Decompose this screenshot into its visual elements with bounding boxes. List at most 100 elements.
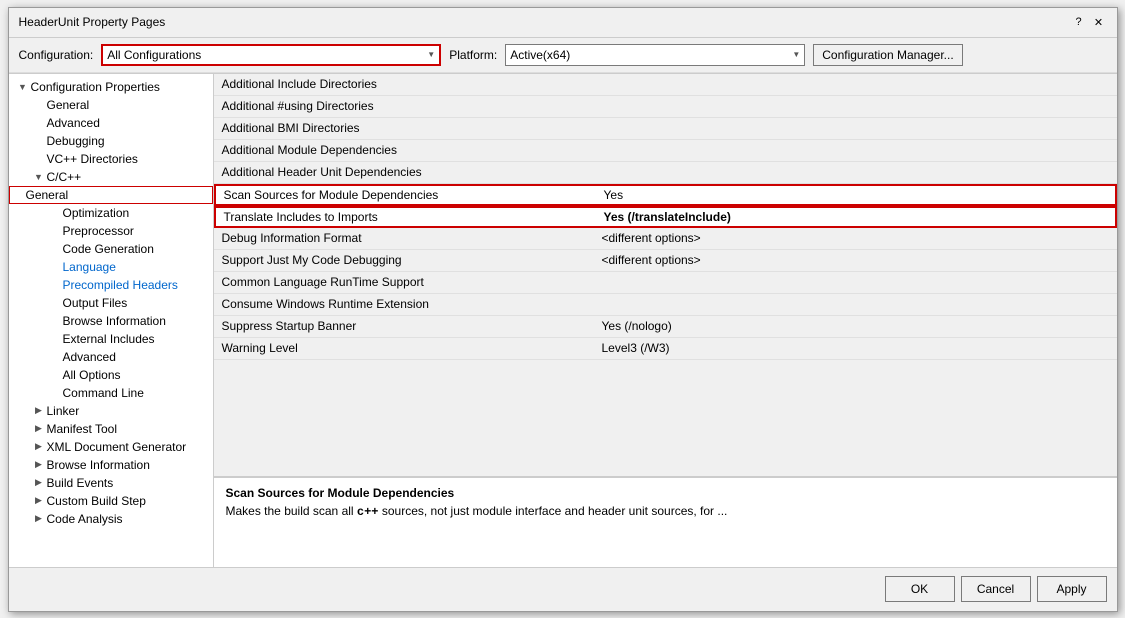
ok-button[interactable]: OK [885, 576, 955, 602]
tree-item-label: Debugging [47, 134, 105, 148]
prop-row-add-bmi-dirs[interactable]: Additional BMI Directories [214, 118, 1117, 140]
tree-item-label: XML Document Generator [47, 440, 187, 454]
platform-value: Active(x64) [510, 48, 788, 62]
tree-item-label: Manifest Tool [47, 422, 117, 436]
tree-item-custom-build[interactable]: ▶Custom Build Step [9, 492, 213, 510]
apply-button[interactable]: Apply [1037, 576, 1107, 602]
prop-name: Additional Module Dependencies [222, 143, 602, 157]
prop-value: Yes [604, 188, 1107, 202]
tree-panel: ▼Configuration PropertiesGeneralAdvanced… [9, 74, 214, 567]
tree-item-output-files[interactable]: Output Files [9, 294, 213, 312]
prop-row-add-header-unit-deps[interactable]: Additional Header Unit Dependencies [214, 162, 1117, 184]
prop-name: Suppress Startup Banner [222, 319, 602, 333]
tree-item-debugging[interactable]: Debugging [9, 132, 213, 150]
tree-item-label: Advanced [63, 350, 116, 364]
prop-row-support-just-my-code[interactable]: Support Just My Code Debugging<different… [214, 250, 1117, 272]
config-value: All Configurations [107, 48, 423, 62]
prop-row-debug-info-format[interactable]: Debug Information Format<different optio… [214, 228, 1117, 250]
desc-prefix: Makes the build scan all [226, 504, 357, 518]
config-row: Configuration: All Configurations ▼ Plat… [9, 38, 1117, 73]
config-label: Configuration: [19, 48, 94, 62]
tree-item-external-includes[interactable]: External Includes [9, 330, 213, 348]
tree-item-label: Preprocessor [63, 224, 134, 238]
prop-name: Additional BMI Directories [222, 121, 602, 135]
tree-item-label: Configuration Properties [31, 80, 160, 94]
tree-item-manifest-tool[interactable]: ▶Manifest Tool [9, 420, 213, 438]
tree-item-precompiled-headers[interactable]: Precompiled Headers [9, 276, 213, 294]
tree-item-label: Output Files [63, 296, 128, 310]
dialog-title: HeaderUnit Property Pages [19, 15, 166, 29]
prop-name: Debug Information Format [222, 231, 602, 245]
tree-item-label: External Includes [63, 332, 155, 346]
tree-item-linker[interactable]: ▶Linker [9, 402, 213, 420]
right-panel: Additional Include Directories Additional… [214, 74, 1117, 567]
tree-item-xml-doc-gen[interactable]: ▶XML Document Generator [9, 438, 213, 456]
prop-value: Level3 (/W3) [602, 341, 1109, 355]
platform-label: Platform: [449, 48, 497, 62]
close-button[interactable]: ✕ [1091, 14, 1107, 30]
tree-item-label: Browse Information [47, 458, 150, 472]
prop-name: Consume Windows Runtime Extension [222, 297, 602, 311]
tree-item-cpp[interactable]: ▼C/C++ [9, 168, 213, 186]
prop-row-common-lang-runtime[interactable]: Common Language RunTime Support [214, 272, 1117, 294]
cancel-button[interactable]: Cancel [961, 576, 1031, 602]
prop-row-warning-level[interactable]: Warning LevelLevel3 (/W3) [214, 338, 1117, 360]
tree-item-general[interactable]: General [9, 96, 213, 114]
tree-item-browse-info-2[interactable]: ▶Browse Information [9, 456, 213, 474]
prop-name: Additional Header Unit Dependencies [222, 165, 602, 179]
bottom-bar: OK Cancel Apply [9, 567, 1117, 611]
title-controls: ? ✕ [1071, 14, 1107, 30]
tree-item-cpp-general[interactable]: General [9, 186, 213, 204]
tree-item-label: Command Line [63, 386, 144, 400]
prop-name: Additional Include Directories [222, 77, 602, 91]
prop-row-add-using-dirs[interactable]: Additional #using Directories [214, 96, 1117, 118]
tree-item-vcpp-dirs[interactable]: VC++ Directories [9, 150, 213, 168]
tree-item-label: Linker [47, 404, 80, 418]
prop-name: Scan Sources for Module Dependencies [224, 188, 604, 202]
tree-item-config-props[interactable]: ▼Configuration Properties [9, 78, 213, 96]
tree-item-command-line[interactable]: Command Line [9, 384, 213, 402]
tree-expand-icon: ▶ [31, 477, 47, 488]
prop-name: Translate Includes to Imports [224, 210, 604, 224]
config-combo[interactable]: All Configurations ▼ [101, 44, 441, 66]
prop-row-suppress-banner[interactable]: Suppress Startup BannerYes (/nologo) [214, 316, 1117, 338]
property-pages-dialog: HeaderUnit Property Pages ? ✕ Configurat… [8, 7, 1118, 612]
tree-expand-icon: ▶ [31, 459, 47, 470]
desc-title: Scan Sources for Module Dependencies [226, 486, 1105, 500]
description-panel: Scan Sources for Module Dependencies Mak… [214, 477, 1117, 567]
title-bar: HeaderUnit Property Pages ? ✕ [9, 8, 1117, 38]
props-table: Additional Include Directories Additional… [214, 74, 1117, 477]
tree-item-code-generation[interactable]: Code Generation [9, 240, 213, 258]
tree-item-language[interactable]: Language [9, 258, 213, 276]
tree-item-label: Custom Build Step [47, 494, 146, 508]
tree-item-advanced[interactable]: Advanced [9, 114, 213, 132]
tree-item-optimization[interactable]: Optimization [9, 204, 213, 222]
prop-name: Additional #using Directories [222, 99, 602, 113]
prop-value: <different options> [602, 253, 1109, 267]
help-button[interactable]: ? [1071, 14, 1087, 30]
tree-expand-icon: ▶ [31, 495, 47, 506]
tree-expand-icon: ▶ [31, 405, 47, 416]
prop-row-add-module-deps[interactable]: Additional Module Dependencies [214, 140, 1117, 162]
tree-item-code-analysis[interactable]: ▶Code Analysis [9, 510, 213, 528]
platform-combo[interactable]: Active(x64) ▼ [505, 44, 805, 66]
tree-item-label: Build Events [47, 476, 114, 490]
tree-item-preprocessor[interactable]: Preprocessor [9, 222, 213, 240]
tree-item-label: Precompiled Headers [63, 278, 178, 292]
config-manager-button[interactable]: Configuration Manager... [813, 44, 962, 66]
tree-item-label: General [26, 188, 69, 202]
tree-item-label: Browse Information [63, 314, 166, 328]
prop-row-translate-includes[interactable]: Translate Includes to ImportsYes (/trans… [214, 206, 1117, 228]
tree-item-label: Language [63, 260, 116, 274]
tree-item-all-options[interactable]: All Options [9, 366, 213, 384]
prop-row-scan-sources[interactable]: Scan Sources for Module DependenciesYes [214, 184, 1117, 206]
prop-value: <different options> [602, 231, 1109, 245]
tree-item-build-events[interactable]: ▶Build Events [9, 474, 213, 492]
tree-item-browse-info[interactable]: Browse Information [9, 312, 213, 330]
prop-row-add-include-dirs[interactable]: Additional Include Directories [214, 74, 1117, 96]
tree-item-advanced2[interactable]: Advanced [9, 348, 213, 366]
prop-row-consume-win-runtime[interactable]: Consume Windows Runtime Extension [214, 294, 1117, 316]
prop-name: Warning Level [222, 341, 602, 355]
prop-name: Common Language RunTime Support [222, 275, 602, 289]
prop-name: Support Just My Code Debugging [222, 253, 602, 267]
